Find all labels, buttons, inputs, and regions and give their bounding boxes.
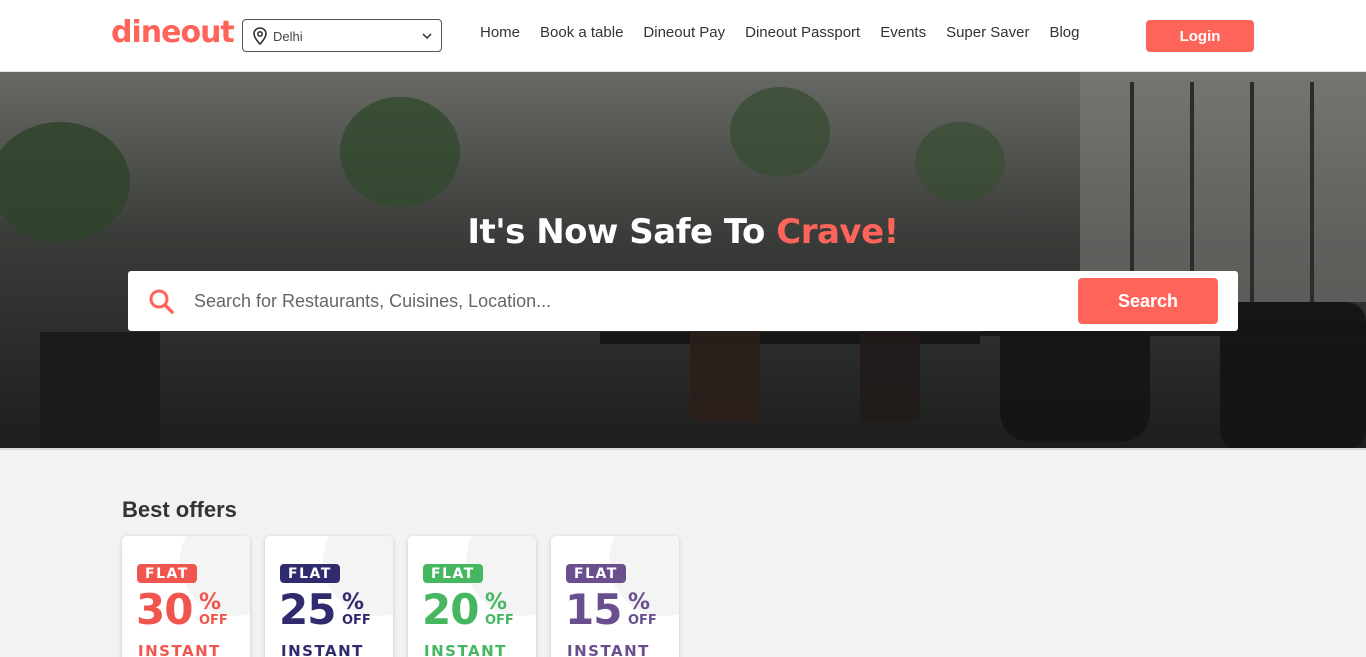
offer-flat-tag: FLAT [137, 564, 197, 583]
hero-heading: It's Now Safe To Crave! [0, 212, 1366, 252]
offer-off-label: OFF [485, 613, 514, 628]
hero-heading-main: It's Now Safe To [467, 212, 777, 252]
offer-percent: 20 [422, 585, 479, 634]
offer-percent-sign: % [628, 590, 651, 615]
nav-super-saver[interactable]: Super Saver [946, 24, 1029, 41]
map-pin-icon [253, 27, 267, 45]
offer-card[interactable]: FLAT 20% OFF INSTANT [408, 536, 536, 657]
city-selector[interactable]: Delhi [242, 19, 442, 52]
offer-card[interactable]: FLAT 25% OFF INSTANT [265, 536, 393, 657]
offer-type-label: INSTANT [138, 642, 221, 657]
restaurant-background-image [0, 72, 1366, 448]
nav-events[interactable]: Events [880, 24, 926, 41]
offer-type-label: INSTANT [424, 642, 507, 657]
offer-flat-tag: FLAT [280, 564, 340, 583]
nav-blog[interactable]: Blog [1049, 24, 1079, 41]
offer-type-label: INSTANT [281, 642, 364, 657]
search-button[interactable]: Search [1078, 278, 1218, 324]
hero-banner: It's Now Safe To Crave! Search [0, 72, 1366, 450]
main-nav: Home Book a table Dineout Pay Dineout Pa… [480, 24, 1100, 41]
best-offers-heading: Best offers [122, 497, 237, 522]
top-header: dineout Delhi Home Book a table Dineout … [0, 0, 1366, 72]
offer-type-label: INSTANT [567, 642, 650, 657]
dineout-logo[interactable]: dineout [111, 15, 235, 50]
offer-percent-sign: % [342, 590, 365, 615]
offer-card[interactable]: FLAT 30% OFF INSTANT [122, 536, 250, 657]
offer-percent: 15 [565, 585, 622, 634]
offer-card[interactable]: FLAT 15% OFF INSTANT [551, 536, 679, 657]
offer-flat-tag: FLAT [566, 564, 626, 583]
offer-percent-sign: % [485, 590, 508, 615]
offer-off-label: OFF [199, 613, 228, 628]
nav-dineout-pay[interactable]: Dineout Pay [643, 24, 725, 41]
hero-heading-accent: Crave! [776, 212, 899, 252]
offer-percent-sign: % [199, 590, 222, 615]
chevron-down-icon [422, 33, 432, 40]
search-input[interactable] [194, 285, 1094, 317]
offer-flat-tag: FLAT [423, 564, 483, 583]
nav-book-a-table[interactable]: Book a table [540, 24, 623, 41]
search-bar: Search [128, 271, 1238, 331]
logo-text: dineout [111, 15, 235, 50]
login-button[interactable]: Login [1146, 20, 1254, 52]
offer-off-label: OFF [342, 613, 371, 628]
offer-percent: 25 [279, 585, 336, 634]
nav-dineout-passport[interactable]: Dineout Passport [745, 24, 860, 41]
offer-off-label: OFF [628, 613, 657, 628]
offer-percent: 30 [136, 585, 193, 634]
city-value: Delhi [273, 29, 303, 44]
search-icon [149, 289, 174, 314]
nav-home[interactable]: Home [480, 24, 520, 41]
